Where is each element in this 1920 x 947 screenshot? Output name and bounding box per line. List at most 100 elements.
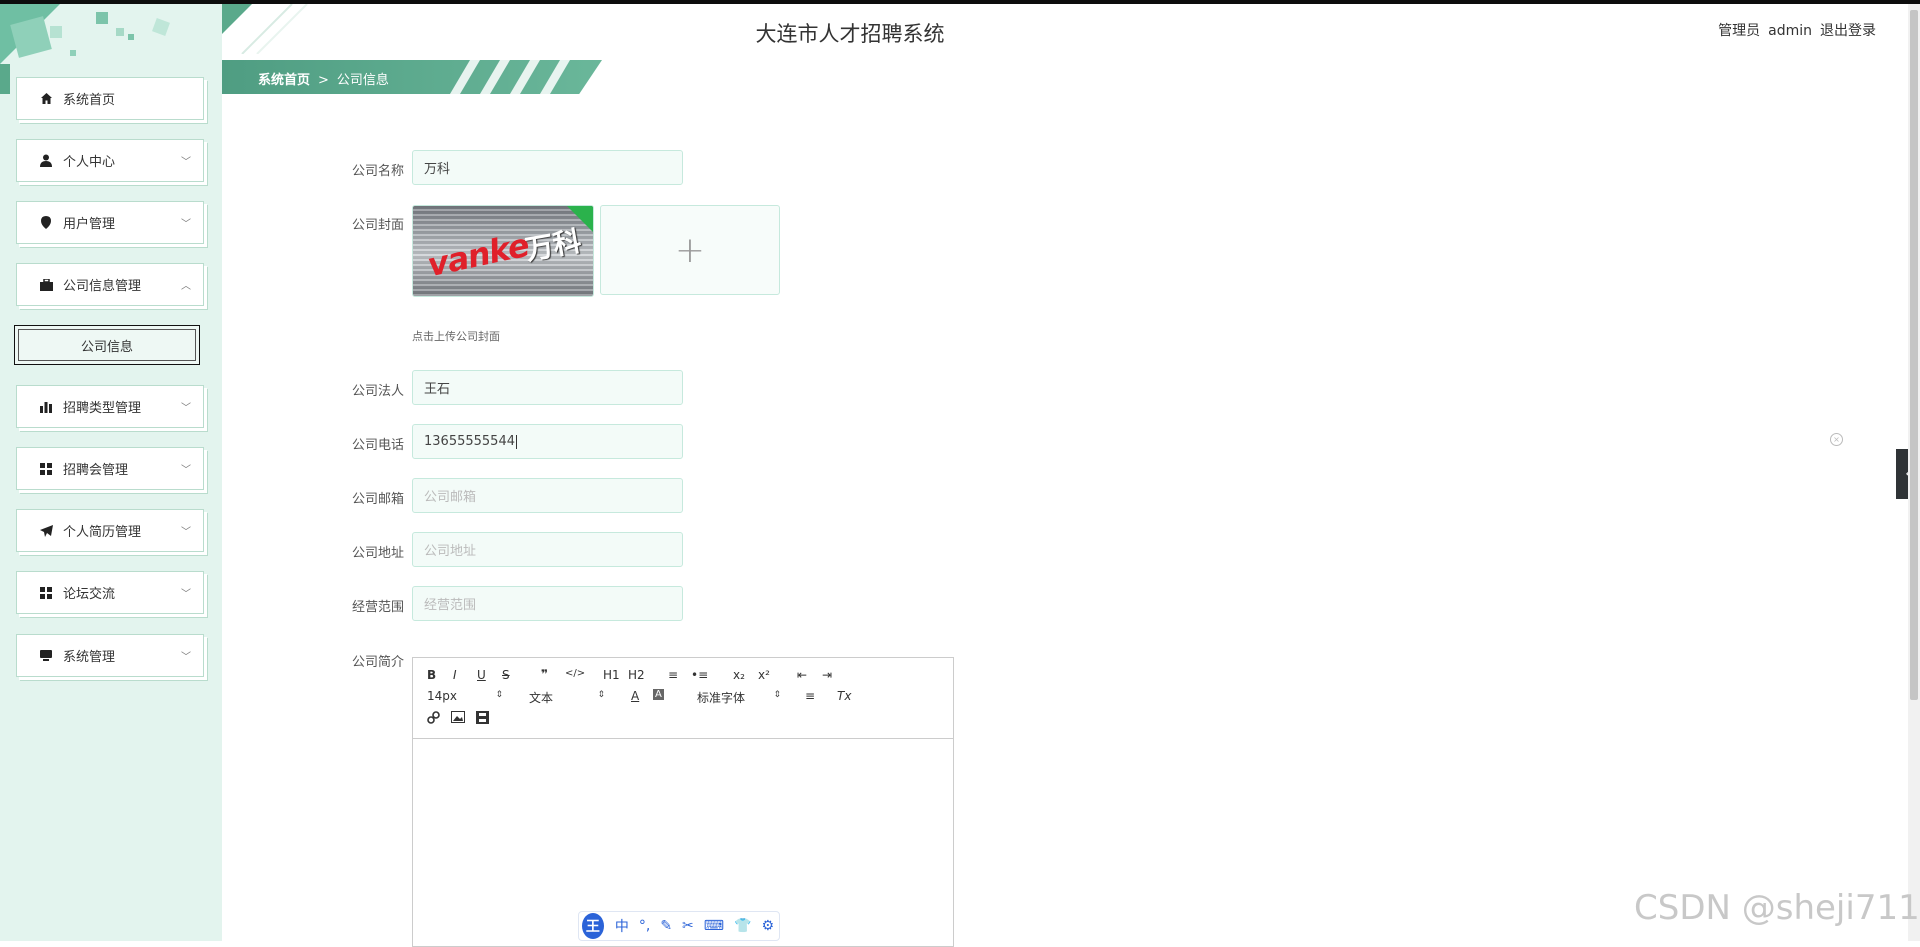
paper-plane-icon bbox=[39, 524, 53, 538]
italic-button[interactable]: I bbox=[453, 668, 457, 682]
sidebar-item-job-fair[interactable]: 招聘会管理 ﹀ bbox=[16, 447, 204, 490]
font-family-select[interactable]: 标准字体 ⇕ bbox=[697, 689, 781, 706]
sidebar-item-label: 个人中心 bbox=[63, 155, 116, 170]
keyboard-icon[interactable]: ⌨ bbox=[704, 918, 724, 934]
sidebar-item-label: 招聘会管理 bbox=[63, 463, 129, 478]
chevron-down-icon: ﹀ bbox=[181, 652, 191, 663]
chevron-down-icon: ﹀ bbox=[181, 157, 191, 168]
watermark: CSDN @sheji711 bbox=[1634, 888, 1920, 928]
sidebar-item-resume[interactable]: 个人简历管理 ﹀ bbox=[16, 509, 204, 552]
clear-format-button[interactable]: Tx bbox=[837, 689, 851, 703]
plus-icon: + bbox=[674, 229, 706, 271]
chevron-down-icon: ﹀ bbox=[181, 527, 191, 538]
sidebar-item-recruit-type[interactable]: 招聘类型管理 ﹀ bbox=[16, 385, 204, 428]
bold-button[interactable]: B bbox=[427, 668, 436, 682]
company-name-label: 公司名称 bbox=[351, 164, 404, 179]
rich-text-editor: B I U S ❞ </> H1 H2 ≡ •≡ x₂ x² ⇤ ⇥ 14px ⇕… bbox=[412, 657, 954, 947]
ime-lang-toggle[interactable]: 中 bbox=[615, 916, 629, 936]
sidebar-item-system[interactable]: 系统管理 ﹀ bbox=[16, 634, 204, 677]
ime-toolbar[interactable]: 王 中 °, ✎ ✂ ⌨ 👕 ⚙ bbox=[578, 911, 780, 941]
cover-upload-button[interactable]: + bbox=[600, 205, 780, 295]
pen-icon[interactable]: ✎ bbox=[660, 918, 672, 934]
email-label: 公司邮箱 bbox=[351, 492, 404, 507]
ordered-list-button[interactable]: ≡ bbox=[668, 668, 678, 682]
sidebar-item-label: 论坛交流 bbox=[63, 587, 116, 602]
breadcrumb-stripes bbox=[450, 60, 570, 94]
legal-person-label: 公司法人 bbox=[351, 384, 404, 399]
sidebar-item-forum[interactable]: 论坛交流 ﹀ bbox=[16, 571, 204, 614]
chevron-down-icon: ﹀ bbox=[181, 589, 191, 600]
strike-button[interactable]: S bbox=[502, 668, 510, 682]
breadcrumb: 系统首页 > 公司信息 bbox=[258, 69, 389, 88]
font-color-button[interactable]: A bbox=[631, 689, 639, 703]
image-icon[interactable] bbox=[451, 711, 465, 726]
user-icon bbox=[39, 154, 53, 168]
underline-button[interactable]: U bbox=[477, 668, 486, 682]
breadcrumb-current: 公司信息 bbox=[336, 73, 389, 88]
grid-icon bbox=[39, 586, 53, 600]
sidebar-item-company-management[interactable]: 公司信息管理 ︿ bbox=[16, 263, 204, 306]
align-button[interactable]: ≡ bbox=[805, 689, 815, 703]
ime-logo-icon: 王 bbox=[582, 913, 604, 939]
select-arrow-icon: ⇕ bbox=[495, 690, 503, 700]
sidebar-item-label: 个人简历管理 bbox=[63, 525, 142, 540]
breadcrumb-home[interactable]: 系统首页 bbox=[258, 73, 310, 88]
scrollbar-thumb[interactable] bbox=[1910, 10, 1918, 700]
logout-link[interactable]: 退出登录 bbox=[1820, 23, 1876, 39]
bar-chart-icon bbox=[39, 400, 53, 414]
editor-toolbar: B I U S ❞ </> H1 H2 ≡ •≡ x₂ x² ⇤ ⇥ 14px ⇕… bbox=[413, 658, 953, 739]
ime-punct-toggle[interactable]: °, bbox=[639, 918, 650, 934]
phone-input[interactable]: 13655555544 bbox=[412, 424, 683, 459]
outdent-button[interactable]: ⇤ bbox=[797, 668, 807, 682]
scope-label: 经营范围 bbox=[351, 600, 404, 615]
chevron-up-icon: ︿ bbox=[181, 281, 191, 292]
subscript-button[interactable]: x₂ bbox=[733, 668, 745, 682]
sidebar-item-label: 用户管理 bbox=[63, 217, 116, 232]
bullet-list-button[interactable]: •≡ bbox=[691, 668, 708, 682]
sidebar-item-label: 系统首页 bbox=[63, 93, 116, 108]
sidebar-item-user-management[interactable]: 用户管理 ﹀ bbox=[16, 201, 204, 244]
gear-icon[interactable]: ⚙ bbox=[761, 918, 774, 934]
superscript-button[interactable]: x² bbox=[758, 668, 770, 682]
font-size-select[interactable]: 14px ⇕ bbox=[427, 689, 503, 703]
link-icon[interactable] bbox=[427, 711, 440, 727]
cover-upload-hint: 点击上传公司封面 bbox=[412, 330, 500, 343]
chevron-down-icon: ﹀ bbox=[181, 219, 191, 230]
select-arrow-icon: ⇕ bbox=[597, 690, 605, 700]
monitor-icon bbox=[39, 649, 53, 663]
sidebar-item-label: 系统管理 bbox=[63, 650, 116, 665]
h2-button[interactable]: H2 bbox=[628, 668, 645, 682]
sidebar-item-label: 招聘类型管理 bbox=[63, 401, 142, 416]
briefcase-icon bbox=[39, 278, 53, 292]
submenu-item-company-info[interactable]: 公司信息 bbox=[14, 325, 200, 365]
company-name-input[interactable]: 万科 bbox=[412, 150, 683, 185]
close-icon[interactable]: × bbox=[1830, 433, 1843, 446]
sidebar-item-label: 公司信息管理 bbox=[63, 279, 142, 294]
user-role: 管理员 bbox=[1718, 23, 1761, 39]
sidebar-item-personal-center[interactable]: 个人中心 ﹀ bbox=[16, 139, 204, 182]
app-title: 大连市人才招聘系统 bbox=[755, 22, 945, 46]
cover-image[interactable]: vanke 万科 bbox=[412, 205, 594, 297]
h1-button[interactable]: H1 bbox=[603, 668, 620, 682]
indent-button[interactable]: ⇥ bbox=[822, 668, 832, 682]
phone-label: 公司电话 bbox=[351, 438, 404, 453]
sidebar-item-home[interactable]: 系统首页 bbox=[16, 77, 204, 120]
cover-label: 公司封面 bbox=[351, 218, 404, 233]
username: admin bbox=[1768, 23, 1812, 39]
video-icon[interactable] bbox=[476, 711, 489, 727]
scissors-icon[interactable]: ✂ bbox=[682, 918, 694, 934]
scope-input[interactable]: 经营范围 bbox=[412, 586, 683, 621]
legal-person-input[interactable]: 王石 bbox=[412, 370, 683, 405]
pin-icon bbox=[39, 216, 53, 230]
chevron-down-icon: ﹀ bbox=[181, 403, 191, 414]
email-input[interactable]: 公司邮箱 bbox=[412, 478, 683, 513]
chevron-down-icon: ﹀ bbox=[181, 465, 191, 476]
code-button[interactable]: </> bbox=[565, 668, 585, 679]
bg-color-button[interactable]: A bbox=[653, 689, 664, 700]
shirt-icon[interactable]: 👕 bbox=[734, 918, 751, 934]
quote-button[interactable]: ❞ bbox=[541, 667, 548, 681]
format-select[interactable]: 文本 ⇕ bbox=[529, 689, 605, 706]
address-input[interactable]: 公司地址 bbox=[412, 532, 683, 567]
breadcrumb-separator: > bbox=[318, 73, 329, 88]
sidebar: 系统首页 个人中心 ﹀ 用户管理 ﹀ 公司信息管理 ︿ 公司信息 招聘类型管理 … bbox=[0, 4, 222, 941]
